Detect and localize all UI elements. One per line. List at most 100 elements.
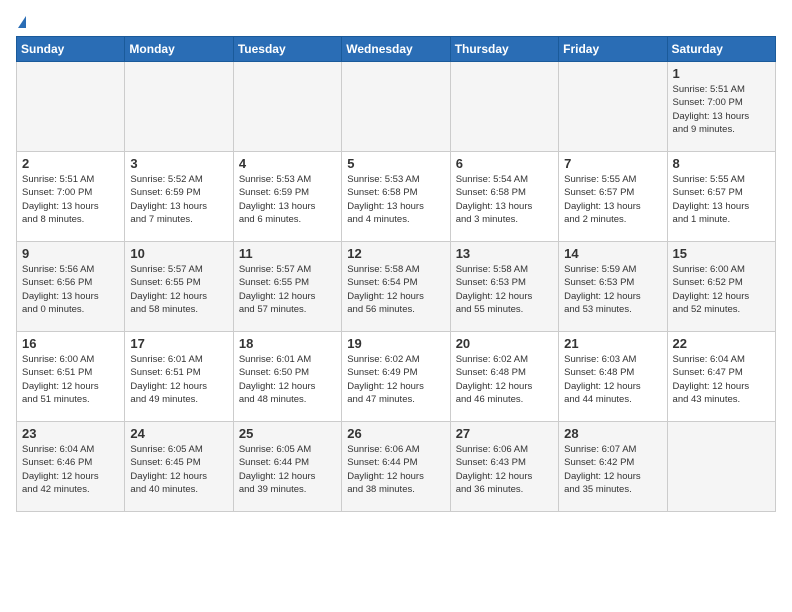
calendar-cell: 17 Sunrise: 6:01 AM Sunset: 6:51 PM Dayli… [125,332,233,422]
day-number: 4 [239,156,336,171]
day-info: Sunrise: 6:01 AM Sunset: 6:50 PM Dayligh… [239,353,336,406]
day-number: 12 [347,246,444,261]
day-info: Sunrise: 6:03 AM Sunset: 6:48 PM Dayligh… [564,353,661,406]
day-number: 21 [564,336,661,351]
day-number: 3 [130,156,227,171]
logo [16,16,26,28]
day-number: 17 [130,336,227,351]
page-header [16,16,776,28]
day-number: 22 [673,336,770,351]
calendar-week-5: 23 Sunrise: 6:04 AM Sunset: 6:46 PM Dayli… [17,422,776,512]
calendar-cell: 11 Sunrise: 5:57 AM Sunset: 6:55 PM Dayli… [233,242,341,332]
day-info: Sunrise: 5:51 AM Sunset: 7:00 PM Dayligh… [22,173,119,226]
calendar-cell: 10 Sunrise: 5:57 AM Sunset: 6:55 PM Dayli… [125,242,233,332]
day-number: 24 [130,426,227,441]
day-info: Sunrise: 6:04 AM Sunset: 6:46 PM Dayligh… [22,443,119,496]
day-number: 27 [456,426,553,441]
day-info: Sunrise: 6:07 AM Sunset: 6:42 PM Dayligh… [564,443,661,496]
day-info: Sunrise: 6:00 AM Sunset: 6:52 PM Dayligh… [673,263,770,316]
calendar-cell: 25 Sunrise: 6:05 AM Sunset: 6:44 PM Dayli… [233,422,341,512]
calendar-cell: 2 Sunrise: 5:51 AM Sunset: 7:00 PM Daylig… [17,152,125,242]
calendar-cell [559,62,667,152]
day-info: Sunrise: 5:53 AM Sunset: 6:59 PM Dayligh… [239,173,336,226]
day-number: 10 [130,246,227,261]
day-header-saturday: Saturday [667,37,775,62]
calendar-cell: 16 Sunrise: 6:00 AM Sunset: 6:51 PM Dayli… [17,332,125,422]
calendar-cell: 28Sunrise: 6:07 AM Sunset: 6:42 PM Dayli… [559,422,667,512]
calendar-cell: 14 Sunrise: 5:59 AM Sunset: 6:53 PM Dayli… [559,242,667,332]
calendar-cell [233,62,341,152]
day-info: Sunrise: 6:02 AM Sunset: 6:49 PM Dayligh… [347,353,444,406]
day-info: Sunrise: 6:05 AM Sunset: 6:45 PM Dayligh… [130,443,227,496]
calendar-cell: 15 Sunrise: 6:00 AM Sunset: 6:52 PM Dayli… [667,242,775,332]
day-info: Sunrise: 6:06 AM Sunset: 6:43 PM Dayligh… [456,443,553,496]
day-info: Sunrise: 5:51 AM Sunset: 7:00 PM Dayligh… [673,83,770,136]
day-header-monday: Monday [125,37,233,62]
calendar-cell [450,62,558,152]
day-number: 9 [22,246,119,261]
day-info: Sunrise: 5:59 AM Sunset: 6:53 PM Dayligh… [564,263,661,316]
day-info: Sunrise: 5:58 AM Sunset: 6:53 PM Dayligh… [456,263,553,316]
calendar-cell: 18 Sunrise: 6:01 AM Sunset: 6:50 PM Dayli… [233,332,341,422]
day-number: 6 [456,156,553,171]
day-number: 18 [239,336,336,351]
day-number: 15 [673,246,770,261]
day-number: 19 [347,336,444,351]
day-header-thursday: Thursday [450,37,558,62]
calendar-cell: 12 Sunrise: 5:58 AM Sunset: 6:54 PM Dayli… [342,242,450,332]
day-number: 11 [239,246,336,261]
calendar-cell: 20 Sunrise: 6:02 AM Sunset: 6:48 PM Dayli… [450,332,558,422]
day-number: 23 [22,426,119,441]
calendar-cell: 1 Sunrise: 5:51 AM Sunset: 7:00 PM Daylig… [667,62,775,152]
day-info: Sunrise: 6:02 AM Sunset: 6:48 PM Dayligh… [456,353,553,406]
calendar-cell: 21 Sunrise: 6:03 AM Sunset: 6:48 PM Dayli… [559,332,667,422]
calendar-week-2: 2 Sunrise: 5:51 AM Sunset: 7:00 PM Daylig… [17,152,776,242]
day-number: 14 [564,246,661,261]
day-header-wednesday: Wednesday [342,37,450,62]
day-info: Sunrise: 5:58 AM Sunset: 6:54 PM Dayligh… [347,263,444,316]
day-info: Sunrise: 6:04 AM Sunset: 6:47 PM Dayligh… [673,353,770,406]
day-number: 5 [347,156,444,171]
calendar-cell: 19 Sunrise: 6:02 AM Sunset: 6:49 PM Dayli… [342,332,450,422]
day-number: 20 [456,336,553,351]
day-info: Sunrise: 6:01 AM Sunset: 6:51 PM Dayligh… [130,353,227,406]
calendar-cell: 8Sunrise: 5:55 AM Sunset: 6:57 PM Daylig… [667,152,775,242]
day-info: Sunrise: 5:53 AM Sunset: 6:58 PM Dayligh… [347,173,444,226]
day-number: 1 [673,66,770,81]
calendar-cell [17,62,125,152]
calendar-cell [342,62,450,152]
day-number: 26 [347,426,444,441]
calendar-cell: 5 Sunrise: 5:53 AM Sunset: 6:58 PM Daylig… [342,152,450,242]
calendar-header-row: SundayMondayTuesdayWednesdayThursdayFrid… [17,37,776,62]
calendar-cell: 26Sunrise: 6:06 AM Sunset: 6:44 PM Dayli… [342,422,450,512]
calendar-cell: 9 Sunrise: 5:56 AM Sunset: 6:56 PM Daylig… [17,242,125,332]
day-header-friday: Friday [559,37,667,62]
calendar-cell: 3 Sunrise: 5:52 AM Sunset: 6:59 PM Daylig… [125,152,233,242]
day-number: 13 [456,246,553,261]
day-info: Sunrise: 5:54 AM Sunset: 6:58 PM Dayligh… [456,173,553,226]
calendar-week-4: 16 Sunrise: 6:00 AM Sunset: 6:51 PM Dayli… [17,332,776,422]
calendar-cell: 4 Sunrise: 5:53 AM Sunset: 6:59 PM Daylig… [233,152,341,242]
day-info: Sunrise: 5:52 AM Sunset: 6:59 PM Dayligh… [130,173,227,226]
day-info: Sunrise: 5:57 AM Sunset: 6:55 PM Dayligh… [130,263,227,316]
calendar-cell: 24 Sunrise: 6:05 AM Sunset: 6:45 PM Dayli… [125,422,233,512]
day-number: 8 [673,156,770,171]
day-header-tuesday: Tuesday [233,37,341,62]
calendar-table: SundayMondayTuesdayWednesdayThursdayFrid… [16,36,776,512]
day-info: Sunrise: 6:05 AM Sunset: 6:44 PM Dayligh… [239,443,336,496]
day-info: Sunrise: 5:57 AM Sunset: 6:55 PM Dayligh… [239,263,336,316]
day-number: 25 [239,426,336,441]
calendar-week-1: 1 Sunrise: 5:51 AM Sunset: 7:00 PM Daylig… [17,62,776,152]
day-info: Sunrise: 6:00 AM Sunset: 6:51 PM Dayligh… [22,353,119,406]
day-info: Sunrise: 5:56 AM Sunset: 6:56 PM Dayligh… [22,263,119,316]
calendar-cell: 6 Sunrise: 5:54 AM Sunset: 6:58 PM Daylig… [450,152,558,242]
calendar-week-3: 9 Sunrise: 5:56 AM Sunset: 6:56 PM Daylig… [17,242,776,332]
day-number: 2 [22,156,119,171]
calendar-cell [667,422,775,512]
day-header-sunday: Sunday [17,37,125,62]
day-info: Sunrise: 5:55 AM Sunset: 6:57 PM Dayligh… [564,173,661,226]
day-number: 7 [564,156,661,171]
calendar-cell: 13 Sunrise: 5:58 AM Sunset: 6:53 PM Dayli… [450,242,558,332]
day-number: 16 [22,336,119,351]
calendar-cell: 22 Sunrise: 6:04 AM Sunset: 6:47 PM Dayli… [667,332,775,422]
